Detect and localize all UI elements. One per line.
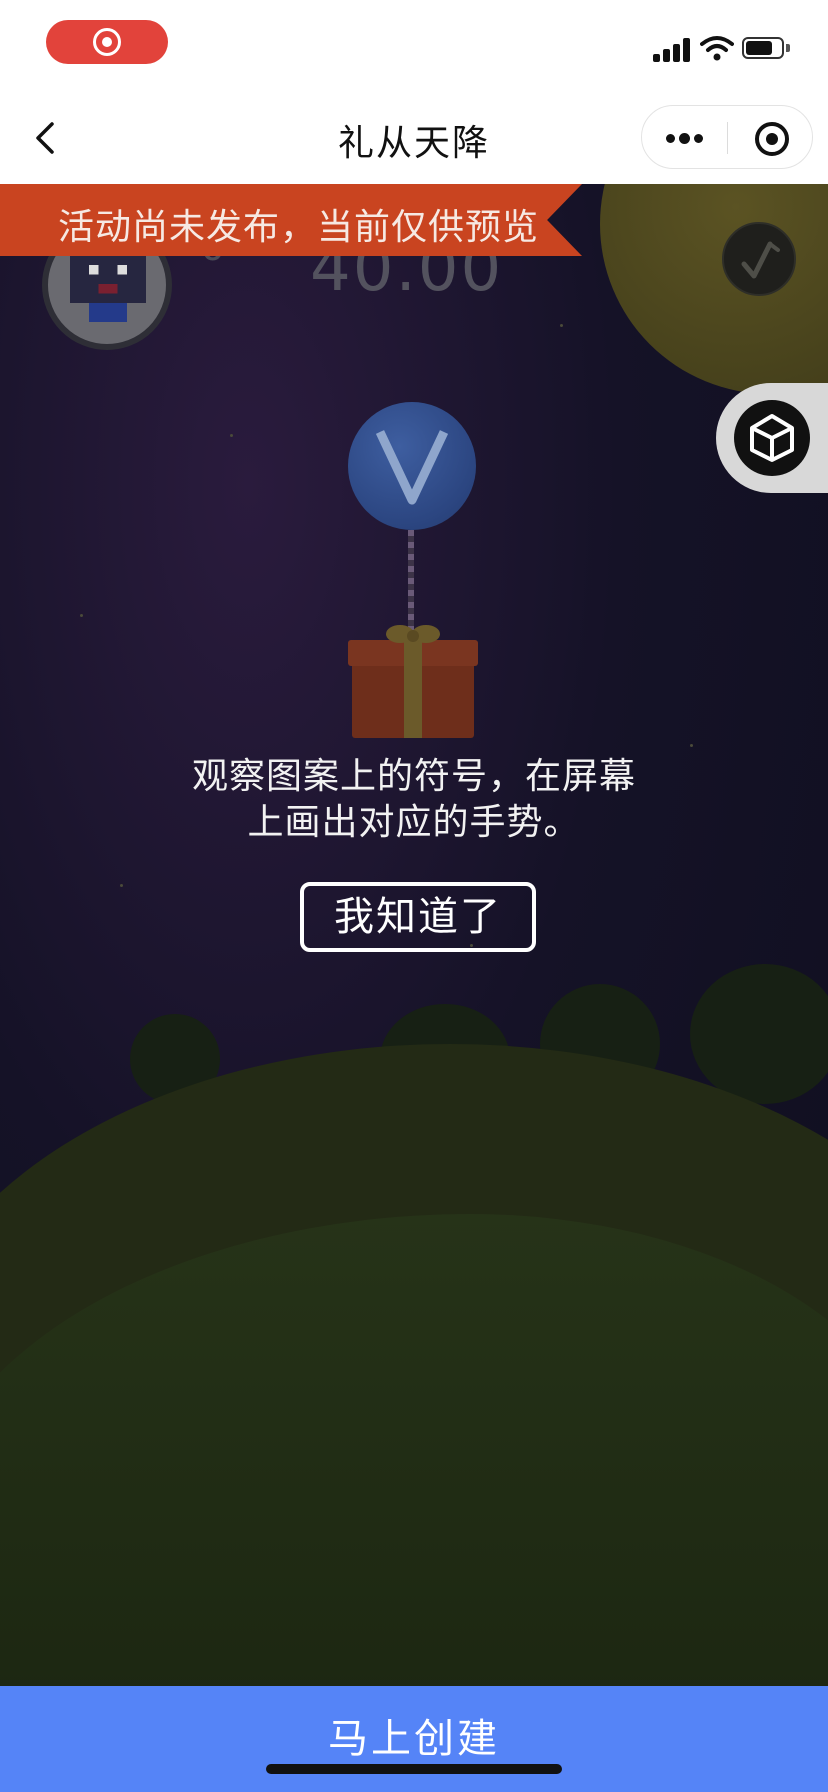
gift-box [348, 622, 478, 738]
recording-indicator[interactable] [46, 20, 168, 64]
signal-icon [653, 38, 693, 62]
mini-program-capsule [641, 105, 813, 169]
music-button[interactable] [722, 222, 796, 296]
tutorial-line-2: 上画出对应的手势。 [247, 802, 581, 843]
preview-banner: 活动尚未发布，当前仅供预览 [0, 184, 582, 256]
wifi-icon [700, 36, 734, 61]
game-canvas[interactable]: 0 时间 40.00 观察图案上的符号，在屏幕 上画出对应的手势。 我知道了 [0, 184, 828, 1686]
balloon [348, 402, 476, 530]
nav-bar: 礼从天降 [0, 92, 828, 184]
more-dots-icon[interactable] [642, 106, 727, 168]
home-indicator [266, 1764, 562, 1774]
unity-logo-icon [750, 414, 794, 462]
target-circle-icon[interactable] [728, 106, 812, 168]
preview-banner-text: 活动尚未发布，当前仅供预览 [58, 207, 540, 248]
record-icon [93, 28, 121, 56]
moon [600, 184, 828, 394]
music-check-icon [741, 241, 780, 279]
bow-icon [386, 625, 440, 643]
battery-icon [742, 37, 784, 59]
tutorial-line-1: 观察图案上的符号，在屏幕 [191, 756, 636, 797]
unity-float-button[interactable] [716, 383, 828, 493]
battery-tip [786, 44, 790, 52]
status-bar [0, 0, 828, 92]
v-symbol-icon [375, 430, 449, 505]
avatar-pixel-icon [70, 255, 146, 322]
create-now-button[interactable]: 马上创建 [0, 1686, 828, 1792]
got-it-button[interactable]: 我知道了 [300, 882, 536, 952]
